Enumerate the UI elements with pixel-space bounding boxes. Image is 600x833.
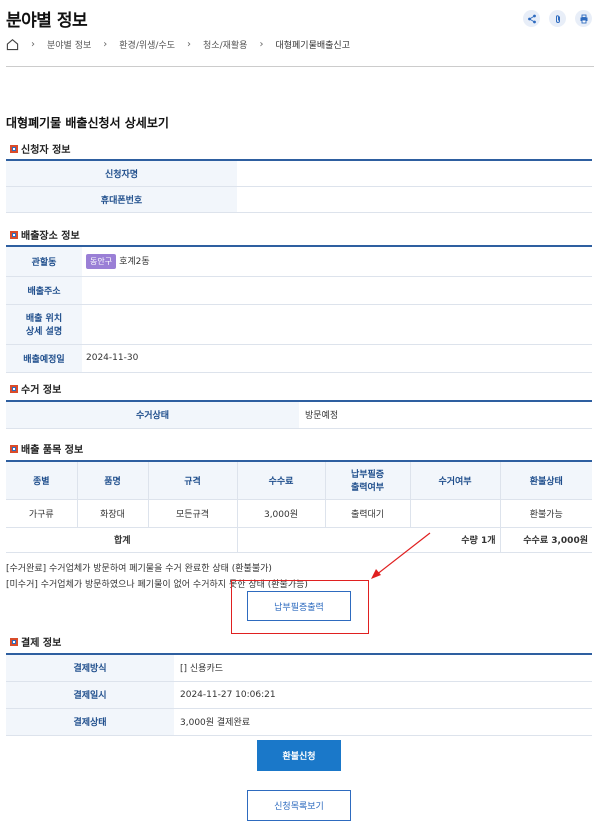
section-bullet-icon [10, 144, 18, 153]
divider [6, 66, 594, 67]
date-value: 2024-11-30 [82, 344, 592, 373]
share-icon[interactable] [523, 10, 540, 27]
applicant-name-value [237, 160, 332, 187]
items-header: 규격 [147, 461, 238, 500]
applicant-table: 신청자명 휴대폰번호 [6, 159, 592, 213]
items-header: 종별 [6, 461, 78, 500]
section-bullet-icon [10, 444, 18, 453]
item-name: 화장대 [76, 498, 149, 528]
print-receipt-button[interactable]: 납부필증출력 [247, 591, 351, 621]
detail-value [82, 304, 445, 345]
district-value: 동안구 호계2동 [82, 246, 592, 277]
chevron-right-icon: › [187, 39, 192, 50]
total-quantity: 수량 1개 [236, 526, 501, 553]
district-badge: 동안구 [86, 253, 117, 269]
attachment-icon[interactable] [549, 10, 566, 27]
items-header: 납부필증 출력여부 [324, 461, 411, 500]
section-title-collection: 수거 정보 [10, 381, 61, 396]
document-title: 대형폐기물 배출신청서 상세보기 [6, 116, 169, 130]
breadcrumb-item[interactable]: 분야별 정보 [47, 38, 91, 51]
total-row: 합계 수량 1개 수수료 3,000원 [6, 526, 592, 553]
print-icon[interactable] [575, 10, 592, 27]
section-title-payment: 결제 정보 [10, 634, 61, 649]
payment-date-label: 결제일시 [6, 681, 174, 709]
section-title-location: 배출장소 정보 [10, 227, 80, 242]
collection-status-label: 수거상태 [6, 401, 299, 429]
home-icon[interactable] [6, 38, 19, 51]
section-bullet-icon [10, 230, 18, 239]
item-collected [409, 498, 501, 528]
detail-label: 배출 위치 상세 설명 [6, 304, 82, 345]
collection-table: 수거상태 방문예정 [6, 400, 592, 429]
items-header: 수수료 [236, 461, 326, 500]
section-bullet-icon [10, 637, 18, 646]
item-fee: 3,000원 [236, 498, 326, 528]
section-bullet-icon [10, 384, 18, 393]
items-header: 환불상태 [499, 461, 592, 500]
section-title-items: 배출 품목 정보 [10, 441, 83, 456]
item-spec: 모든규격 [147, 498, 238, 528]
breadcrumb: › 분야별 정보 › 환경/위생/수도 › 청소/재활용 › 대형폐기물배출신고 [6, 38, 350, 51]
date-label: 배출예정일 [6, 344, 82, 373]
chevron-right-icon: › [103, 39, 108, 50]
payment-date-value: 2024-11-27 10:06:21 [174, 681, 592, 709]
table-row: 가구류 화장대 모든규격 3,000원 출력대기 환불가능 [6, 498, 592, 528]
applicant-name-label: 신청자명 [6, 160, 237, 187]
chevron-right-icon: › [31, 39, 35, 50]
page-title: 분야별 정보 [6, 11, 88, 31]
items-header: 수거여부 [409, 461, 501, 500]
total-fee: 수수료 3,000원 [499, 526, 592, 553]
items-table: 종별 품명 규격 수수료 납부필증 출력여부 수거여부 환불상태 가구류 화장대 … [6, 460, 592, 553]
chevron-right-icon: › [259, 39, 264, 50]
applicant-phone-value [237, 186, 332, 213]
payment-method-value: [] 신용카드 [174, 654, 592, 682]
payment-method-label: 결제방식 [6, 654, 174, 682]
item-refund-status: 환불가능 [499, 498, 592, 528]
district-label: 관할동 [6, 246, 82, 277]
total-label: 합계 [6, 526, 238, 553]
address-value [82, 276, 445, 305]
refund-button[interactable]: 환불신청 [257, 740, 341, 771]
location-table: 관할동 동안구 호계2동 배출주소 배출 위치 상세 설명 배출예정일 2024-1… [6, 245, 592, 373]
applicant-phone-label: 휴대폰번호 [6, 186, 237, 213]
items-header: 품명 [76, 461, 149, 500]
address-label: 배출주소 [6, 276, 82, 305]
payment-status-label: 결제상태 [6, 708, 174, 736]
item-print-status: 출력대기 [324, 498, 411, 528]
item-category: 가구류 [6, 498, 78, 528]
breadcrumb-item[interactable]: 청소/재활용 [203, 38, 247, 51]
section-title-applicant: 신청자 정보 [10, 141, 70, 156]
collection-status-value: 방문예정 [299, 401, 592, 429]
top-icons [523, 10, 592, 27]
payment-table: 결제방식 [] 신용카드 결제일시 2024-11-27 10:06:21 결제… [6, 653, 592, 736]
breadcrumb-current: 대형폐기물배출신고 [275, 41, 350, 51]
list-button[interactable]: 신청목록보기 [247, 790, 351, 821]
breadcrumb-item[interactable]: 환경/위생/수도 [119, 38, 175, 51]
note-collected: [수거완료] 수거업체가 방문하여 폐기물을 수거 완료한 상태 (환불불가) [6, 564, 272, 574]
payment-status-value: 3,000원 결제완료 [174, 708, 592, 736]
